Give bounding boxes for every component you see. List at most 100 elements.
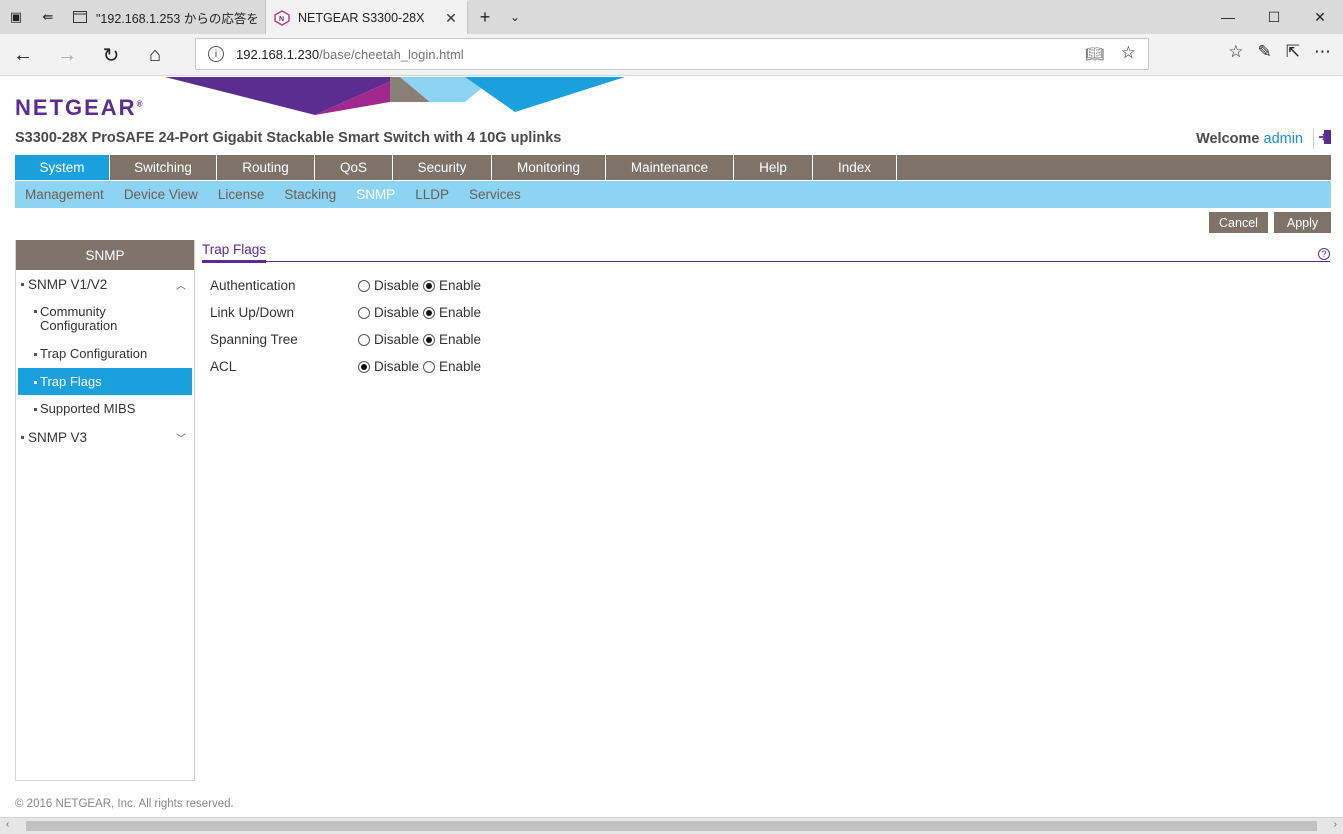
sidebar-item-community-configuration[interactable]: Community Configuration — [16, 298, 194, 340]
logout-icon[interactable] — [1313, 129, 1331, 149]
trap-row-spanning-tree: Spanning Tree Disable Enable — [202, 326, 1330, 353]
new-tab-icon[interactable]: + — [468, 0, 502, 34]
section-title: Trap Flags — [202, 240, 1330, 263]
radio-enable[interactable]: Enable — [423, 305, 481, 320]
sidebar-item-trap-configuration[interactable]: Trap Configuration — [16, 340, 194, 368]
copyright-footer: © 2016 NETGEAR, Inc. All rights reserved… — [15, 798, 234, 810]
subnav-services[interactable]: Services — [469, 187, 521, 202]
set-aside-tabs-icon[interactable]: ▣ — [0, 0, 32, 34]
sub-nav: Management Device View License Stacking … — [15, 181, 1331, 208]
subnav-device-view[interactable]: Device View — [124, 187, 198, 202]
radio-enable[interactable]: Enable — [423, 332, 481, 347]
home-icon[interactable]: ⌂ — [140, 40, 170, 70]
trap-flags-panel: Trap Flags ? Authentication Disable Enab… — [202, 240, 1330, 380]
nav-security[interactable]: Security — [393, 155, 492, 180]
close-window-icon[interactable]: ✕ — [1297, 0, 1343, 34]
minimize-icon[interactable]: — — [1205, 0, 1251, 34]
nav-switching[interactable]: Switching — [110, 155, 217, 180]
bullet-icon — [34, 310, 37, 313]
sidebar: SNMP SNMP V1/V2 ︿ Community Configuratio… — [15, 240, 195, 781]
main-nav: System Switching Routing QoS Security Mo… — [15, 155, 1331, 180]
nav-routing[interactable]: Routing — [217, 155, 315, 180]
netgear-favicon-icon: N — [274, 10, 290, 26]
bullet-icon — [34, 408, 37, 411]
svg-text:N: N — [279, 16, 284, 23]
subnav-license[interactable]: License — [218, 187, 265, 202]
cancel-button[interactable]: Cancel — [1209, 212, 1268, 233]
row-label: ACL — [210, 359, 237, 374]
radio-disable[interactable]: Disable — [358, 359, 419, 374]
subnav-snmp[interactable]: SNMP — [356, 187, 395, 202]
action-buttons: Cancel Apply — [1209, 212, 1331, 233]
scroll-right-icon[interactable]: › — [1334, 819, 1337, 830]
chevron-down-icon[interactable]: ﹀ — [176, 430, 186, 445]
favorite-star-icon[interactable]: ☆ — [1121, 43, 1136, 63]
netgear-page: NETGEAR® S3300-28X ProSAFE 24-Port Gigab… — [0, 77, 1343, 817]
trap-row-acl: ACL Disable Enable — [202, 353, 1330, 380]
row-label: Link Up/Down — [210, 305, 295, 320]
bullet-icon — [34, 353, 37, 356]
sidebar-title: SNMP — [16, 240, 194, 270]
close-tab-icon[interactable]: ✕ — [443, 10, 459, 27]
reading-view-icon[interactable]: 📖︎ — [1085, 45, 1104, 63]
page-icon — [72, 9, 88, 25]
nav-index[interactable]: Index — [813, 155, 897, 180]
browser-tab-title: NETGEAR S3300-28X — [298, 11, 425, 25]
browser-tab-title: "192.168.1.253 からの応答を — [96, 11, 257, 26]
url-path: /base/cheetah_login.html — [319, 46, 464, 62]
url-input[interactable]: i 192.168.1.230/base/cheetah_login.html … — [195, 38, 1149, 70]
subnav-management[interactable]: Management — [25, 187, 104, 202]
nav-monitoring[interactable]: Monitoring — [492, 155, 606, 180]
user-link[interactable]: admin — [1264, 131, 1304, 147]
back-icon[interactable]: ← — [8, 40, 38, 70]
forward-icon[interactable]: → — [52, 40, 82, 70]
apply-button[interactable]: Apply — [1274, 212, 1331, 233]
trap-row-link-up-down: Link Up/Down Disable Enable — [202, 299, 1330, 326]
bullet-icon — [21, 435, 24, 439]
scroll-left-icon[interactable]: ‹ — [6, 819, 9, 830]
chevron-down-icon[interactable]: ⌄ — [502, 0, 528, 34]
sidebar-group-snmp-v3[interactable]: SNMP V3 ﹀ — [16, 423, 194, 451]
chevron-up-icon[interactable]: ︿ — [176, 277, 186, 292]
nav-maintenance[interactable]: Maintenance — [606, 155, 734, 180]
row-label: Authentication — [210, 278, 296, 293]
sidebar-item-trap-flags[interactable]: Trap Flags — [18, 368, 192, 395]
product-title: S3300-28X ProSAFE 24-Port Gigabit Stacka… — [15, 130, 562, 146]
radio-disable[interactable]: Disable — [358, 332, 419, 347]
refresh-icon[interactable]: ↻ — [96, 40, 126, 70]
browser-tab-bar: ▣ ⇚ "192.168.1.253 からの応答を N NETGEAR S330… — [0, 0, 1343, 34]
info-icon[interactable]: i — [208, 46, 224, 62]
sidebar-group-snmp-v1v2[interactable]: SNMP V1/V2 ︿ — [16, 270, 194, 298]
radio-enable[interactable]: Enable — [423, 278, 481, 293]
nav-help[interactable]: Help — [734, 155, 813, 180]
horizontal-scrollbar[interactable]: ‹ › — [0, 817, 1343, 834]
radio-disable[interactable]: Disable — [358, 305, 419, 320]
help-icon[interactable]: ? — [1318, 248, 1330, 260]
tabs-aside-icon[interactable]: ⇚ — [32, 0, 64, 34]
radio-enable[interactable]: Enable — [423, 359, 481, 374]
url-host: 192.168.1.230 — [236, 46, 320, 62]
share-icon[interactable]: ⇱ — [1286, 42, 1300, 62]
subnav-lldp[interactable]: LLDP — [415, 187, 449, 202]
maximize-icon[interactable]: ☐ — [1251, 0, 1297, 34]
radio-disable[interactable]: Disable — [358, 278, 419, 293]
welcome-text: Welcome admin — [1196, 131, 1303, 147]
bullet-icon — [21, 282, 24, 286]
bullet-icon — [34, 380, 37, 384]
favorites-hub-icon[interactable]: ☆ — [1228, 42, 1243, 62]
browser-address-bar: ← → ↻ ⌂ i 192.168.1.230/base/cheetah_log… — [0, 34, 1343, 76]
row-label: Spanning Tree — [210, 332, 298, 347]
trap-row-authentication: Authentication Disable Enable — [202, 272, 1330, 299]
nav-qos[interactable]: QoS — [315, 155, 393, 180]
pen-icon[interactable]: ✎ — [1258, 42, 1272, 62]
nav-system[interactable]: System — [15, 155, 110, 180]
header-banner — [165, 77, 625, 115]
browser-tab-2[interactable]: N NETGEAR S3300-28X ✕ — [266, 0, 468, 34]
browser-tab-1[interactable]: "192.168.1.253 からの応答を — [64, 0, 266, 34]
more-icon[interactable]: ⋯ — [1314, 42, 1331, 62]
subnav-stacking[interactable]: Stacking — [284, 187, 336, 202]
netgear-logo: NETGEAR® — [15, 95, 143, 120]
sidebar-item-supported-mibs[interactable]: Supported MIBS — [16, 395, 194, 423]
scrollbar-thumb[interactable] — [26, 821, 1317, 831]
browser-toolbar: ☆ ✎ ⇱ ⋯ — [1228, 42, 1331, 62]
